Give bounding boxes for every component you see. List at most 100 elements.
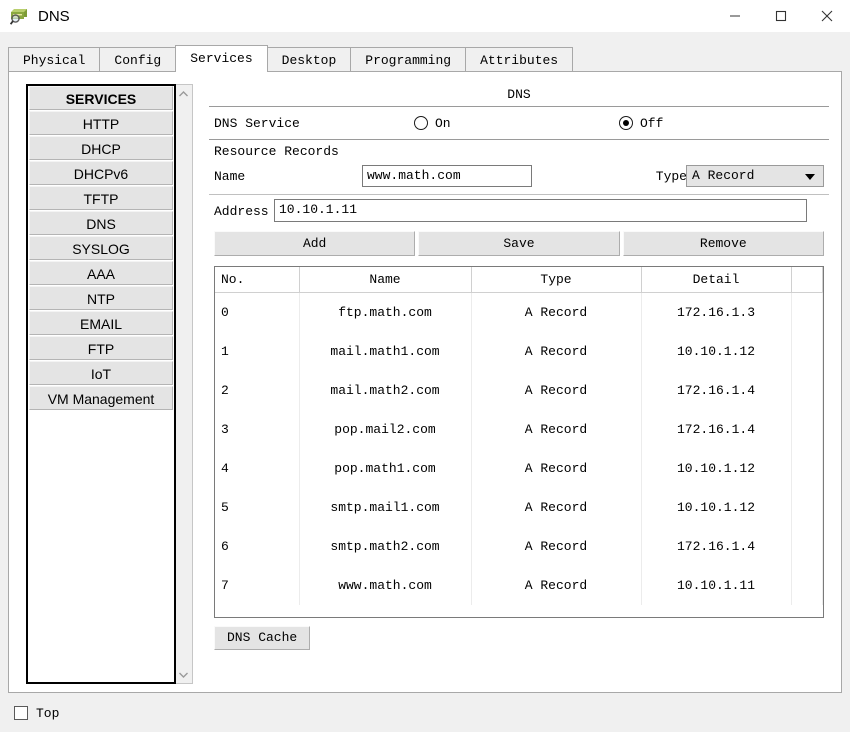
tab-attributes[interactable]: Attributes [465,47,574,72]
cell-no: 5 [215,488,300,527]
dns-service-on-option[interactable]: On [414,116,451,131]
chevron-up-icon[interactable] [176,85,191,102]
column-header-no[interactable]: No. [215,267,300,293]
services-sidebar: SERVICES HTTP DHCP DHCPv6 TFTP DNS SYSLO… [26,84,194,684]
cell-pad [791,371,823,410]
save-button[interactable]: Save [418,231,620,256]
sidebar-scrollbar[interactable] [176,84,193,684]
cell-no: 2 [215,371,300,410]
maximize-button[interactable] [758,0,804,32]
cell-name: mail.math2.com [299,371,472,410]
cell-pad [791,410,823,449]
radio-on[interactable] [414,116,428,130]
add-button[interactable]: Add [214,231,416,256]
chevron-down-icon[interactable] [176,666,191,683]
cell-type: A Record [471,488,642,527]
name-label: Name [214,169,246,184]
column-header-name[interactable]: Name [299,267,472,293]
title-bar: DNS [0,0,850,32]
sidebar-item-email[interactable]: EMAIL [29,311,173,335]
sidebar-header: SERVICES [29,86,173,110]
tab-physical[interactable]: Physical [8,47,101,72]
table-row[interactable]: 6 smtp.math2.com A Record 172.16.1.4 [215,527,823,566]
radio-off[interactable] [619,116,633,130]
table-row[interactable]: 4 pop.math1.com A Record 10.10.1.12 [215,449,823,488]
records-table: No. Name Type Detail 0 ftp.math.com A Re… [215,267,823,605]
cell-pad [791,449,823,488]
type-label: Type [655,169,687,184]
sidebar-item-ntp[interactable]: NTP [29,286,173,310]
dns-panel-title: DNS [507,87,531,102]
cell-type: A Record [471,449,642,488]
tab-config[interactable]: Config [99,47,177,72]
cell-no: 7 [215,566,300,605]
cell-pad [791,332,823,371]
sidebar-item-ftp[interactable]: FTP [29,336,173,360]
sidebar-item-dhcpv6[interactable]: DHCPv6 [29,161,173,185]
tab-services[interactable]: Services [175,45,268,72]
address-input[interactable]: 10.10.1.11 [274,199,807,222]
cell-no: 3 [215,410,300,449]
cell-no: 1 [215,332,300,371]
table-row[interactable]: 5 smtp.mail1.com A Record 10.10.1.12 [215,488,823,527]
table-row[interactable]: 0 ftp.math.com A Record 172.16.1.3 [215,292,823,332]
table-row[interactable]: 3 pop.mail2.com A Record 172.16.1.4 [215,410,823,449]
address-label: Address [214,204,269,219]
sidebar-item-iot[interactable]: IoT [29,361,173,385]
cell-detail: 10.10.1.12 [641,332,792,371]
dns-server-icon [9,6,30,26]
name-input[interactable]: www.math.com [362,165,532,187]
sidebar-item-aaa[interactable]: AAA [29,261,173,285]
cell-name: pop.math1.com [299,449,472,488]
cell-no: 4 [215,449,300,488]
column-header-type[interactable]: Type [471,267,642,293]
tab-desktop[interactable]: Desktop [266,47,352,72]
dns-service-off-option[interactable]: Off [619,116,663,131]
dns-settings-pane: DNS DNS Service On Off Resource Records … [209,84,829,684]
cell-pad [791,292,823,332]
close-button[interactable] [804,0,850,32]
table-row[interactable]: 7 www.math.com A Record 10.10.1.11 [215,566,823,605]
sidebar-item-syslog[interactable]: SYSLOG [29,236,173,260]
cell-type: A Record [471,566,642,605]
divider-name [209,194,829,195]
sidebar-item-vm-management[interactable]: VM Management [29,386,173,410]
top-label: Top [36,705,60,721]
column-header-detail[interactable]: Detail [641,267,792,293]
cell-type: A Record [471,527,642,566]
radio-off-label: Off [640,115,664,131]
table-row[interactable]: 1 mail.math1.com A Record 10.10.1.12 [215,332,823,371]
cell-name: www.math.com [299,566,472,605]
cell-name: ftp.math.com [299,292,472,332]
cell-detail: 10.10.1.12 [641,449,792,488]
services-list: SERVICES HTTP DHCP DHCPv6 TFTP DNS SYSLO… [26,84,176,684]
dns-cache-button[interactable]: DNS Cache [214,626,311,650]
footer-bar: Top [8,700,842,726]
remove-button[interactable]: Remove [622,231,824,256]
cell-detail: 10.10.1.11 [641,566,792,605]
records-table-container[interactable]: No. Name Type Detail 0 ftp.math.com A Re… [214,266,824,618]
sidebar-item-dhcp[interactable]: DHCP [29,136,173,160]
cell-no: 6 [215,527,300,566]
cell-type: A Record [471,332,642,371]
sidebar-item-dns[interactable]: DNS [29,211,173,235]
radio-on-label: On [435,115,451,131]
cell-detail: 10.10.1.12 [641,488,792,527]
record-action-buttons: Add Save Remove [209,231,829,256]
cell-detail: 172.16.1.4 [641,410,792,449]
top-checkbox[interactable] [14,706,28,720]
sidebar-item-http[interactable]: HTTP [29,111,173,135]
cell-detail: 172.16.1.3 [641,292,792,332]
minimize-button[interactable] [712,0,758,32]
dns-service-label: DNS Service [214,115,300,131]
dns-service-row: DNS Service On Off [209,107,829,139]
table-row[interactable]: 2 mail.math2.com A Record 172.16.1.4 [215,371,823,410]
type-dropdown-value: A Record [692,168,755,183]
type-dropdown[interactable]: A Record [686,165,824,187]
services-panel: SERVICES HTTP DHCP DHCPv6 TFTP DNS SYSLO… [8,71,842,693]
cell-pad [791,527,823,566]
tab-programming[interactable]: Programming [350,47,467,72]
cell-no: 0 [215,292,300,332]
sidebar-item-tftp[interactable]: TFTP [29,186,173,210]
table-header-row: No. Name Type Detail [215,267,823,293]
